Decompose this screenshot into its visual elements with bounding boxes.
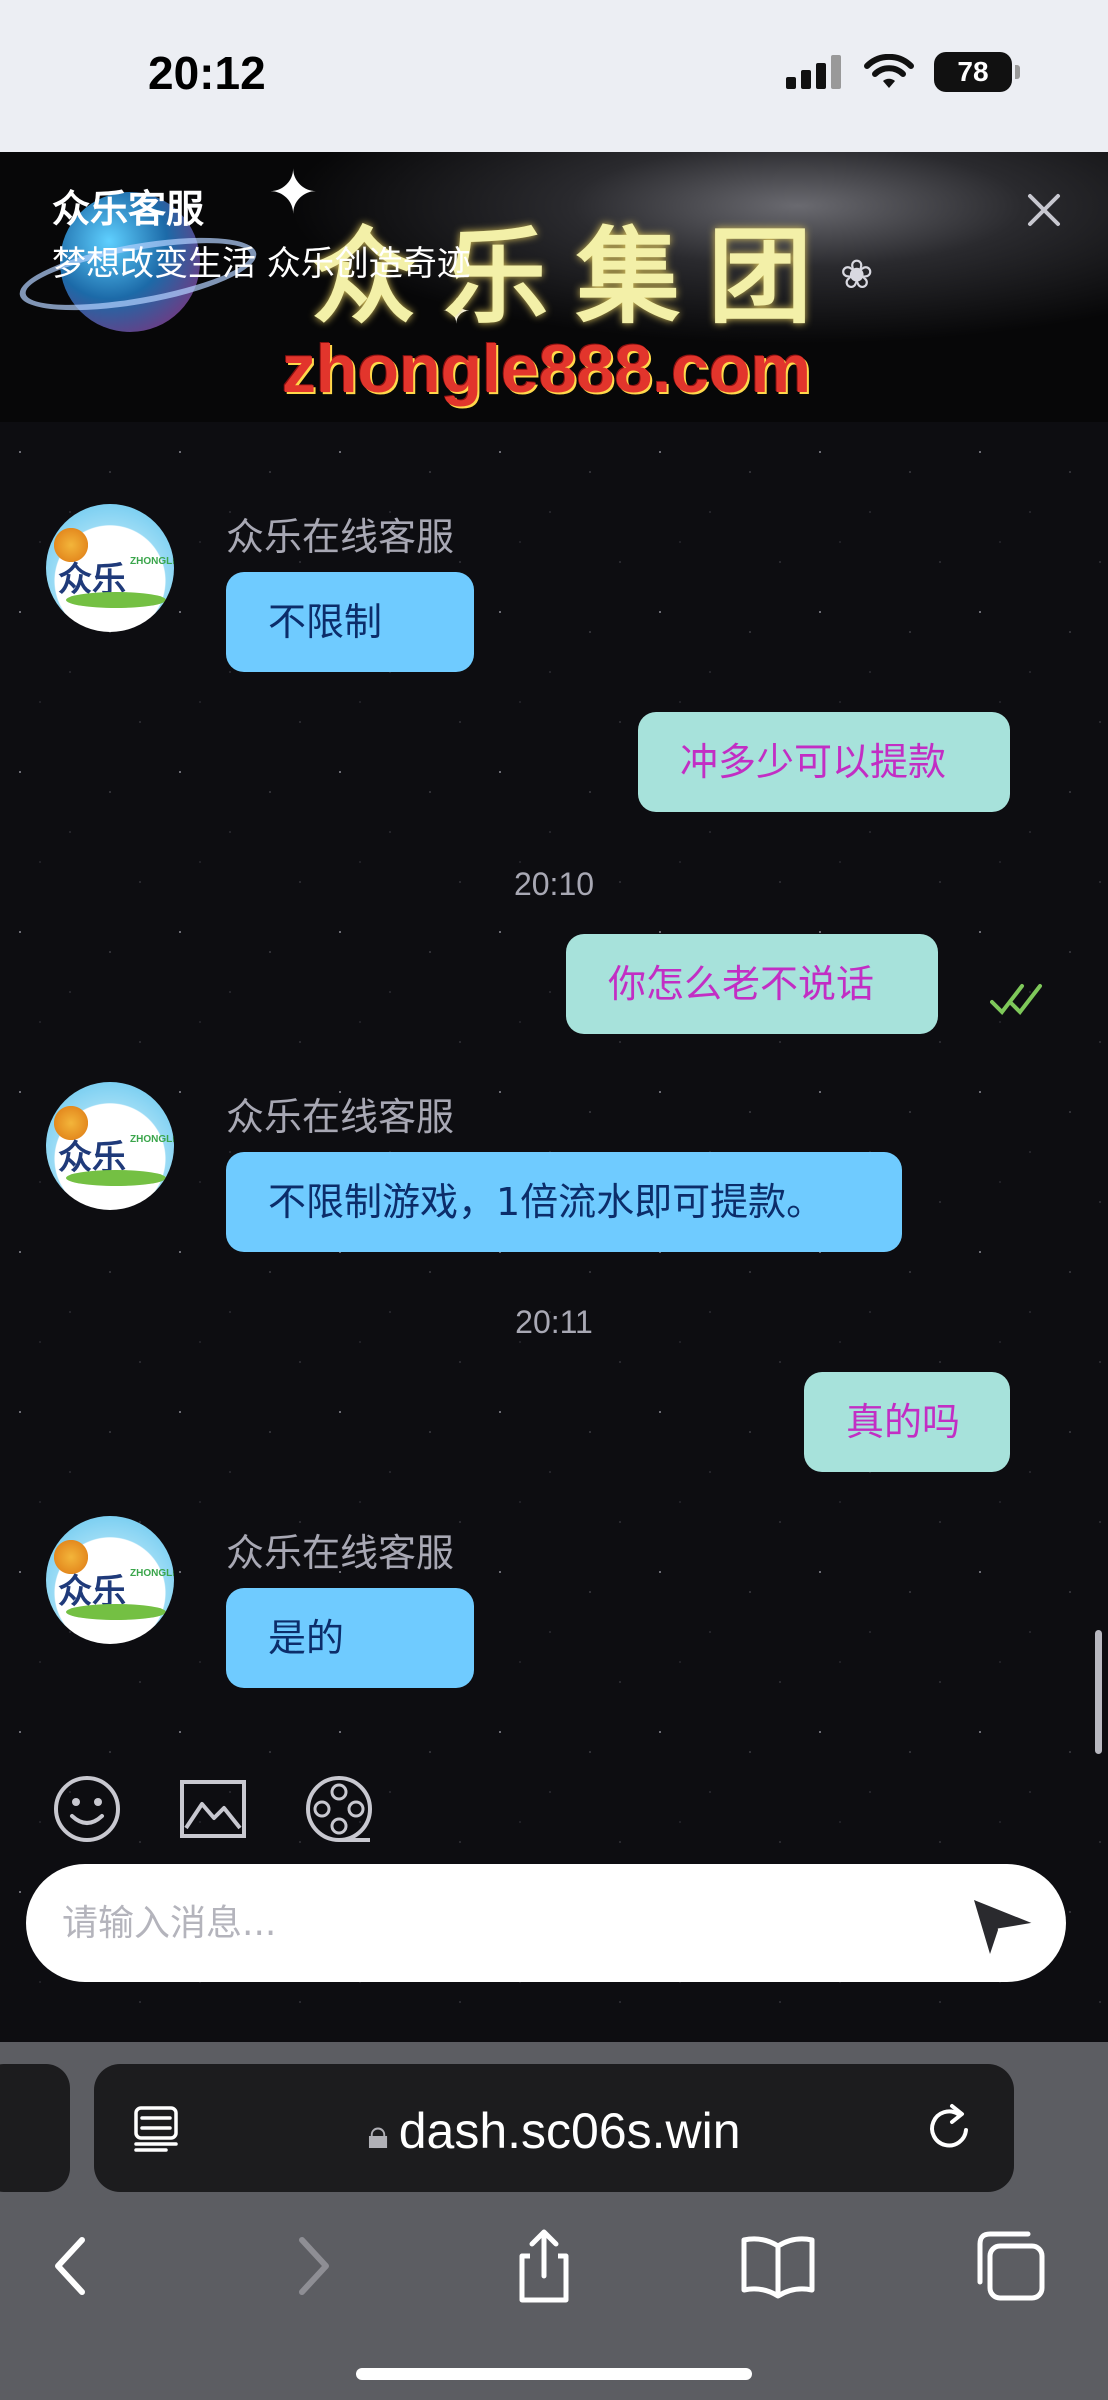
close-icon [1028,194,1060,226]
chat-scrollbar[interactable] [1095,1630,1102,1754]
status-bar: 20:12 78 [0,0,1108,152]
sparkle-icon: ✦ [268,158,319,228]
message-input-bar [26,1864,1066,1982]
reload-icon[interactable] [922,2100,978,2156]
avatar-logo-tag: ZHONGLE [130,1134,174,1145]
message-timestamp: 20:11 [515,1304,593,1340]
image-icon[interactable] [178,1774,248,1844]
logo-swoosh-graphic [66,1604,166,1620]
lock-icon: 🔒︎ [367,2113,389,2157]
wifi-icon [864,54,914,88]
url-display[interactable]: 🔒︎ dash.sc06s.win [94,2102,1014,2160]
close-button[interactable] [1016,182,1072,238]
sparkle-icon: ❀ [840,252,874,298]
address-bar[interactable]: 🔒︎ dash.sc06s.win [94,2064,1014,2192]
outgoing-message-bubble[interactable]: 冲多少可以提款 [638,712,1010,812]
video-icon[interactable] [304,1774,374,1844]
status-icons: 78 [786,52,1020,92]
sender-name: 众乐在线客服 [226,515,455,559]
outgoing-message-bubble[interactable]: 真的吗 [804,1372,1010,1472]
avatar-logo-tag: ZHONGLE [130,556,174,567]
tabs-icon[interactable] [968,2224,1052,2308]
previous-tab-preview[interactable] [0,2064,70,2192]
read-check-icon [990,984,1042,1016]
home-indicator [356,2368,752,2380]
chat-subtitle: 梦想改变生活 众乐创造奇迹 [52,244,471,284]
back-icon[interactable] [30,2224,114,2308]
status-time: 20:12 [148,47,266,99]
outgoing-message-bubble[interactable]: 你怎么老不说话 [566,934,938,1034]
incoming-message-bubble[interactable]: 是的 [226,1588,474,1688]
share-icon[interactable] [502,2224,586,2308]
banner-url: zhongle888.com [282,331,812,407]
emoji-icon[interactable] [52,1774,122,1844]
message-input[interactable] [62,1864,962,1982]
input-tools [52,1774,374,1844]
avatar: 众乐 ZHONGLE [46,1082,174,1210]
send-icon[interactable] [968,1888,1040,1960]
incoming-message-bubble[interactable]: 不限制 [226,572,474,672]
signal-icon [786,55,841,89]
forward-icon[interactable] [270,2224,354,2308]
logo-swoosh-graphic [66,592,166,608]
sender-name: 众乐在线客服 [226,1531,455,1575]
bookmarks-icon[interactable] [736,2224,820,2308]
avatar-logo-tag: ZHONGLE [130,1568,174,1579]
chat-title: 众乐客服 [52,187,205,231]
avatar: 众乐 ZHONGLE [46,504,174,632]
incoming-message-bubble[interactable]: 不限制游戏，1倍流水即可提款。 [226,1152,902,1252]
chat-header-banner: ✦ ✦ ❀ 众乐集团 zhongle888.com 众乐客服 梦想改变生活 众乐… [0,152,1108,422]
browser-toolbar: 🔒︎ dash.sc06s.win [0,2042,1108,2400]
browser-nav-row [0,2212,1108,2322]
avatar: 众乐 ZHONGLE [46,1516,174,1644]
message-timestamp: 20:10 [513,866,595,902]
sender-name: 众乐在线客服 [226,1095,455,1139]
battery-indicator: 78 [934,52,1020,92]
logo-swoosh-graphic [66,1170,166,1186]
url-text: dash.sc06s.win [398,2103,741,2159]
